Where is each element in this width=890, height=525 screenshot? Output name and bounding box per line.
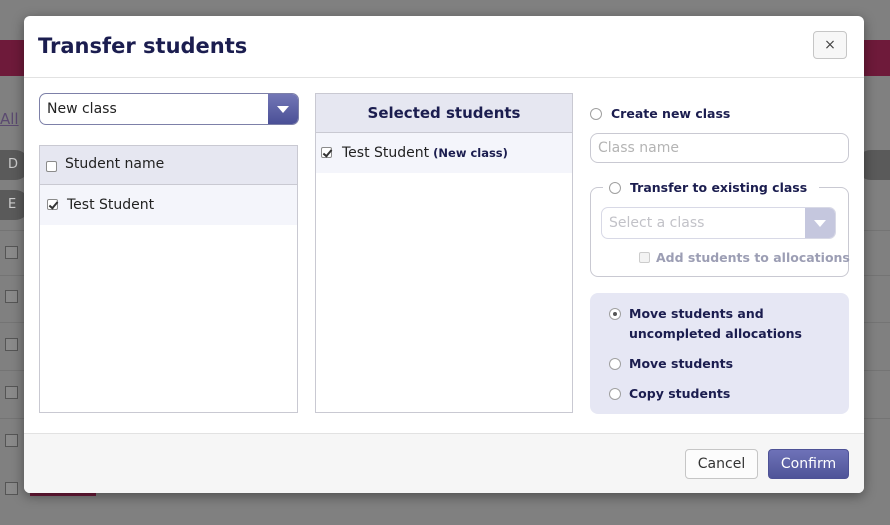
copy-students-label: Copy students: [629, 386, 731, 401]
move-with-allocations-label-line2: uncompleted allocations: [629, 326, 802, 341]
existing-class-select-arrow[interactable]: [805, 208, 835, 238]
bg-checkbox: [5, 290, 18, 303]
selected-students-title: Selected students: [367, 104, 521, 122]
student-list-panel: Student name Test Student: [39, 145, 298, 413]
bg-checkbox: [5, 338, 18, 351]
bg-checkbox: [5, 434, 18, 447]
student-checkbox[interactable]: [47, 199, 58, 210]
student-name: Test Student: [67, 197, 155, 213]
class-name-input[interactable]: [590, 133, 849, 163]
student-row[interactable]: Test Student: [40, 185, 297, 225]
selected-student-name: Test Student (New class): [342, 145, 508, 161]
chevron-down-icon: [277, 106, 289, 113]
transfer-students-modal: Transfer students × New class Student na…: [24, 16, 864, 493]
move-students-radio[interactable]: [609, 358, 621, 370]
class-select[interactable]: New class: [39, 93, 299, 125]
bg-checkbox: [5, 386, 18, 399]
modal-header: Transfer students ×: [24, 16, 864, 78]
create-new-class-label: Create new class: [611, 106, 731, 121]
new-class-tag: (New class): [433, 146, 508, 160]
modal-title: Transfer students: [38, 34, 248, 58]
existing-class-select[interactable]: Select a class: [601, 207, 836, 239]
bg-checkbox: [5, 482, 18, 495]
move-with-allocations-radio[interactable]: [609, 308, 621, 320]
add-to-allocations-checkbox[interactable]: [639, 252, 650, 263]
move-students-label: Move students: [629, 356, 734, 371]
transfer-existing-label: Transfer to existing class: [630, 180, 808, 195]
add-to-allocations-label: Add students to allocations: [656, 250, 850, 265]
selected-student-checkbox[interactable]: [321, 147, 332, 158]
create-new-class-radio[interactable]: [590, 108, 602, 120]
close-button[interactable]: ×: [813, 31, 847, 59]
selected-student-name-text: Test Student: [342, 145, 430, 161]
student-list-header: Student name: [40, 146, 297, 185]
confirm-button[interactable]: Confirm: [768, 449, 849, 479]
chevron-down-icon: [814, 220, 826, 227]
class-select-arrow[interactable]: [268, 94, 298, 124]
cancel-button[interactable]: Cancel: [685, 449, 758, 479]
bg-link: All: [0, 110, 19, 128]
modal-footer: Cancel Confirm: [24, 433, 864, 493]
select-all-checkbox[interactable]: [46, 161, 57, 172]
selected-students-panel: Selected students Test Student (New class…: [315, 93, 573, 413]
student-name-column-label: Student name: [65, 156, 165, 172]
existing-class-select-value: Select a class: [609, 215, 705, 231]
transfer-existing-radio[interactable]: [609, 182, 621, 194]
copy-students-radio[interactable]: [609, 388, 621, 400]
move-with-allocations-label-line1: Move students and: [629, 306, 764, 321]
selected-student-row[interactable]: Test Student (New class): [316, 133, 572, 173]
selected-students-header: Selected students: [316, 94, 572, 133]
bg-checkbox: [5, 246, 18, 259]
close-icon: ×: [824, 37, 836, 53]
class-select-value: New class: [47, 101, 117, 117]
